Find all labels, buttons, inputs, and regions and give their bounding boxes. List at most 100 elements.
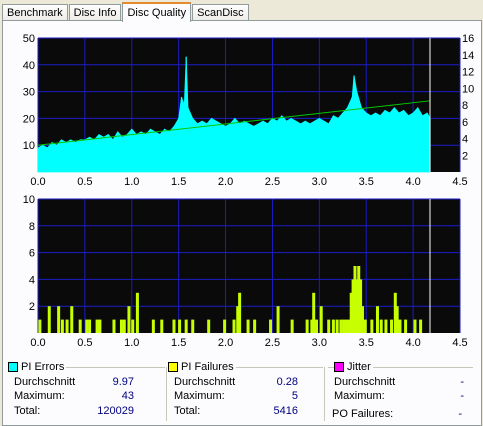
pi-failures-bar-20 <box>178 319 182 333</box>
pi-failures-bar-2 <box>57 306 61 333</box>
pi-failures-bar-59 <box>395 306 399 333</box>
pi-failures-bar-30 <box>269 319 273 333</box>
jitter-title: Jitter <box>334 361 373 373</box>
x-tick-label: 4.5 <box>452 337 467 349</box>
jitter-average-row: Durchschnitt - <box>334 376 464 388</box>
x-tick-label: 3.0 <box>312 337 327 349</box>
y-tick-label: 40 <box>23 60 35 72</box>
y2-tick-label: 16 <box>462 33 474 45</box>
pi-failures-maximum-row: Maximum: 5 <box>174 390 298 402</box>
jitter-swatch <box>334 362 344 372</box>
pi-errors-average-row: Durchschnitt 9.97 <box>14 376 134 388</box>
pi-failures-bar-33 <box>305 319 309 333</box>
pi-failures-bar-21 <box>184 319 188 333</box>
pi-failures-bar-35 <box>312 292 316 333</box>
pi-failures-group: PI Failures Durchschnitt 0.28 Maximum: 5 T… <box>168 361 323 421</box>
pi-errors-chart <box>37 37 461 173</box>
pi-failures-title: PI Failures <box>168 361 236 373</box>
pi-errors-maximum: 43 <box>121 390 134 402</box>
x-tick-label: 4.0 <box>405 176 420 188</box>
pi-failures-bar-29 <box>253 319 257 333</box>
pi-failures-bar-17 <box>151 319 155 333</box>
pi-errors-average: 9.97 <box>112 376 134 388</box>
pi-failures-bar-1 <box>47 306 51 333</box>
stats-separator-1 <box>166 367 167 421</box>
pi-failures-bar-31 <box>276 306 280 333</box>
x-tick-label: 0.0 <box>30 337 45 349</box>
pi-failures-average-row: Durchschnitt 0.28 <box>174 376 298 388</box>
pi-failures-bar-9 <box>95 319 99 333</box>
pi-failures-bar-38 <box>327 319 331 333</box>
pi-failures-bar-60 <box>398 319 402 333</box>
pi-failures-bar-23 <box>207 319 211 333</box>
pi-failures-bar-51 <box>360 306 364 333</box>
x-tick-label: 4.5 <box>452 176 467 188</box>
pi-failures-bar-11 <box>112 319 116 333</box>
y-tick-label: 8 <box>29 221 35 233</box>
x-tick-label: 1.5 <box>171 176 186 188</box>
pi-failures-swatch <box>168 362 178 372</box>
charts-area: 0.0 0.5 1.0 1.5 2.0 2.5 3.0 3.5 4.0 4.5 10 20 30 40 50… <box>23 33 475 349</box>
pi-failures-bar-13 <box>122 319 126 333</box>
pi-failures-bar-16 <box>135 292 139 333</box>
pi-errors-maximum-row: Maximum: 43 <box>14 390 134 402</box>
pi-failures-bar-25 <box>232 319 236 333</box>
y-tick-label: 10 <box>23 140 35 152</box>
x-tick-label: 3.5 <box>359 337 374 349</box>
po-failures-value: - <box>458 408 462 420</box>
pi-errors-total-row: Total: 120029 <box>14 405 134 417</box>
y2-tick-label: 6 <box>462 117 468 129</box>
y2-tick-label: 8 <box>462 100 468 112</box>
pi-errors-total: 120029 <box>97 405 134 417</box>
pi-failures-bar-32 <box>290 319 294 333</box>
pi-failures-bar-6 <box>78 319 82 333</box>
pi-failures-chart <box>37 198 461 333</box>
pi-failures-bar-61 <box>404 319 408 333</box>
pi-failures-bar-4 <box>65 319 69 333</box>
y-tick-label: 50 <box>23 33 35 45</box>
y-tick-label: 4 <box>29 274 35 286</box>
pi-errors-title: PI Errors <box>8 361 67 373</box>
pi-failures-bar-57 <box>390 319 394 333</box>
pi-failures-bar-56 <box>384 319 388 333</box>
pi-errors-swatch <box>8 362 18 372</box>
pi-failures-total: 5416 <box>273 405 298 417</box>
x-tick-label: 1.0 <box>124 337 139 349</box>
pi-failures-bar-14 <box>127 306 131 333</box>
pi-failures-bar-12 <box>119 319 123 333</box>
pi-failures-bar-40 <box>335 319 339 333</box>
pi-failures-bar-3 <box>60 319 64 333</box>
y-tick-label: 6 <box>29 248 35 260</box>
y2-tick-label: 12 <box>462 67 474 79</box>
y-tick-label: 20 <box>23 113 35 125</box>
x-tick-label: 2.0 <box>218 337 233 349</box>
x-tick-label: 2.5 <box>265 176 280 188</box>
pi-failures-bar-7 <box>85 319 89 333</box>
y2-tick-label: 14 <box>462 50 474 62</box>
y-tick-label: 30 <box>23 87 35 99</box>
pi-failures-bar-22 <box>191 319 195 333</box>
x-tick-label: 1.5 <box>171 337 186 349</box>
pi-failures-bar-54 <box>375 306 379 333</box>
pi-failures-bar-28 <box>246 319 250 333</box>
pi-failures-bar-0 <box>38 319 42 333</box>
pi-failures-bar-62 <box>413 319 417 333</box>
x-tick-label: 4.0 <box>405 337 420 349</box>
jitter-average: - <box>460 376 464 388</box>
jitter-group: Jitter Durchschnitt - Maximum: - PO Failur… <box>328 361 473 421</box>
jitter-maximum-row: Maximum: - <box>334 390 464 402</box>
pi-failures-bar-42 <box>342 319 346 333</box>
x-tick-label: 0.5 <box>77 337 92 349</box>
pi-errors-group: PI Errors Durchschnitt 9.97 Maximum: 43 To… <box>8 361 165 421</box>
pi-failures-bar-55 <box>379 319 383 333</box>
pi-failures-bar-27 <box>238 292 242 333</box>
pi-failures-bar-10 <box>98 319 102 333</box>
tab-disc-quality[interactable]: Disc Quality <box>122 2 192 22</box>
pi-failures-average: 0.28 <box>276 376 298 388</box>
stats-separator-2 <box>324 367 325 421</box>
x-tick-label: 0.5 <box>77 176 92 188</box>
pi-failures-maximum: 5 <box>291 390 298 402</box>
pi-failures-bar-8 <box>88 319 92 333</box>
pi-failures-bar-53 <box>370 319 374 333</box>
y2-tick-label: 4 <box>462 134 468 146</box>
